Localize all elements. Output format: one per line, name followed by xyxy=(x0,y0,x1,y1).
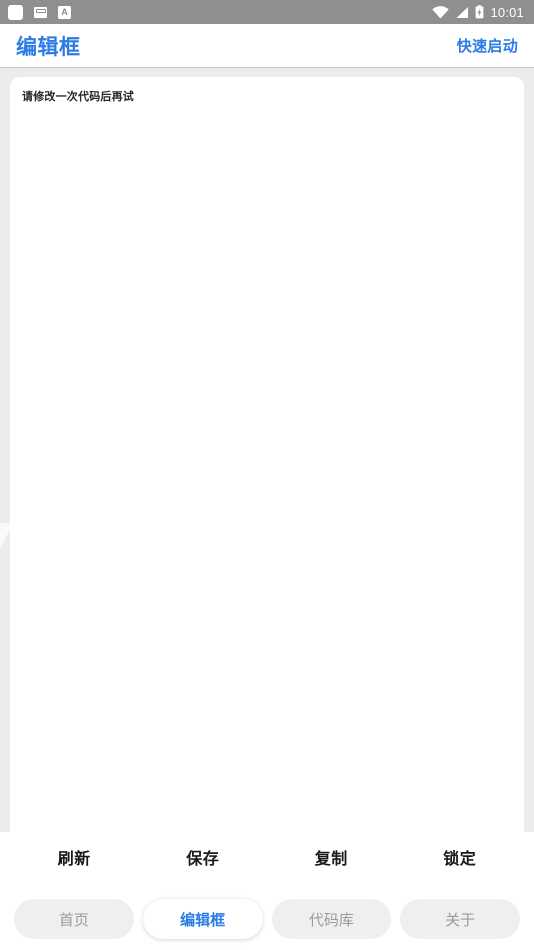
quick-launch-button[interactable]: 快速启动 xyxy=(457,35,518,56)
tab-home[interactable]: 首页 xyxy=(14,899,134,939)
mail-icon xyxy=(34,6,47,18)
cellular-signal-icon xyxy=(456,6,469,18)
bottom-tab-bar: 首页 编辑框 代码库 关于 xyxy=(0,888,534,950)
editor-card[interactable]: 请修改一次代码后再试 xyxy=(10,77,524,832)
tab-editor[interactable]: 编辑框 xyxy=(142,899,263,939)
action-bar: 刷新 保存 复制 锁定 xyxy=(10,832,524,888)
content-region: 请修改一次代码后再试 xyxy=(0,68,534,832)
lock-button[interactable]: 锁定 xyxy=(396,832,525,888)
save-button[interactable]: 保存 xyxy=(139,832,268,888)
app-letter-a-icon: A xyxy=(58,5,71,19)
status-bar-notification-icons: A xyxy=(8,4,71,20)
status-bar: A 10:01 xyxy=(0,0,534,24)
status-bar-clock: 10:01 xyxy=(490,4,524,20)
tab-about[interactable]: 关于 xyxy=(400,899,520,939)
status-bar-system-icons: 10:01 xyxy=(432,5,524,20)
app-window: A 10:01 编辑框 快速启动 请修改一次代码后再试 刷新 保存 复制 锁定 … xyxy=(0,0,534,950)
page-title: 编辑框 xyxy=(16,35,81,59)
editor-textarea[interactable]: 请修改一次代码后再试 xyxy=(22,89,512,105)
wifi-icon xyxy=(432,5,450,19)
tab-code-library[interactable]: 代码库 xyxy=(271,899,392,939)
copy-button[interactable]: 复制 xyxy=(267,832,396,888)
notification-square-icon xyxy=(8,4,23,20)
refresh-button[interactable]: 刷新 xyxy=(10,832,139,888)
app-header: 编辑框 快速启动 xyxy=(0,24,534,68)
battery-charging-icon xyxy=(476,5,484,19)
